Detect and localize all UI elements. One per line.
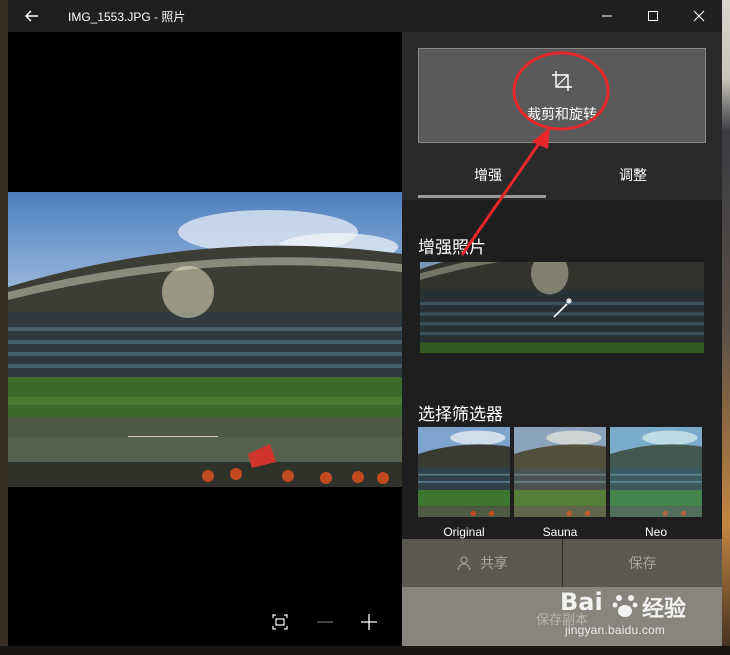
window-title: IMG_1553.JPG - 照片 (68, 10, 186, 24)
close-icon (693, 10, 705, 22)
save-button[interactable]: 保存 (563, 539, 722, 587)
filter-title: 选择筛选器 (418, 405, 503, 424)
share-icon (457, 556, 471, 571)
action-bar: 共享 保存 (402, 539, 722, 587)
photo-viewer (8, 32, 402, 646)
zoom-in-icon (361, 614, 377, 630)
filter-original-label: Original (443, 525, 485, 539)
zoom-out-button[interactable] (313, 610, 337, 634)
filter-original-thumbnail[interactable] (418, 427, 510, 517)
photos-app-window: IMG_1553.JPG - 照片 裁剪和旋转 增强 调整 增强照片 选择筛选器… (8, 0, 722, 646)
crop-section: 裁剪和旋转 增强 调整 (402, 32, 722, 200)
filter-sauna-thumbnail[interactable] (514, 427, 606, 517)
tab-adjust[interactable]: 调整 (619, 165, 647, 185)
minimize-icon (602, 15, 612, 17)
minimize-button[interactable] (584, 0, 630, 32)
zoom-in-button[interactable] (357, 610, 381, 634)
enhance-title: 增强照片 (418, 238, 486, 257)
save-label: 保存 (628, 555, 657, 571)
crop-rotate-button[interactable]: 裁剪和旋转 (418, 48, 706, 143)
paw-icon (612, 595, 638, 617)
title-bar: IMG_1553.JPG - 照片 (8, 0, 722, 32)
crop-icon (552, 71, 572, 91)
filter-neo-thumbnail[interactable] (610, 427, 702, 517)
close-button[interactable] (676, 0, 722, 32)
fit-screen-button[interactable] (268, 610, 292, 634)
filter-neo-label: Neo (644, 525, 667, 539)
watermark-brand: Bai (560, 588, 603, 616)
active-tab-indicator (418, 195, 546, 198)
zoom-out-icon (317, 621, 333, 623)
back-arrow-icon[interactable] (22, 6, 42, 26)
desktop-background-edge (722, 0, 730, 655)
edit-panel: 裁剪和旋转 增强 调整 增强照片 选择筛选器 Original Sauna Ne… (402, 32, 722, 646)
maximize-button[interactable] (630, 0, 676, 32)
fit-screen-icon (272, 614, 288, 630)
watermark-cn: 经验 (642, 596, 687, 621)
share-label: 共享 (480, 555, 508, 571)
enhance-photo-thumbnail[interactable] (420, 262, 704, 353)
share-button[interactable]: 共享 (402, 539, 562, 587)
watermark-url: jingyan.baidu.com (565, 623, 666, 637)
stadium-photo (8, 192, 402, 487)
desktop-background-bottom (0, 646, 730, 655)
magic-wand-icon (553, 298, 572, 318)
tab-enhance[interactable]: 增强 (474, 165, 502, 185)
filter-sauna-label: Sauna (542, 525, 578, 539)
crop-rotate-label: 裁剪和旋转 (527, 106, 597, 122)
maximize-icon (648, 11, 658, 21)
